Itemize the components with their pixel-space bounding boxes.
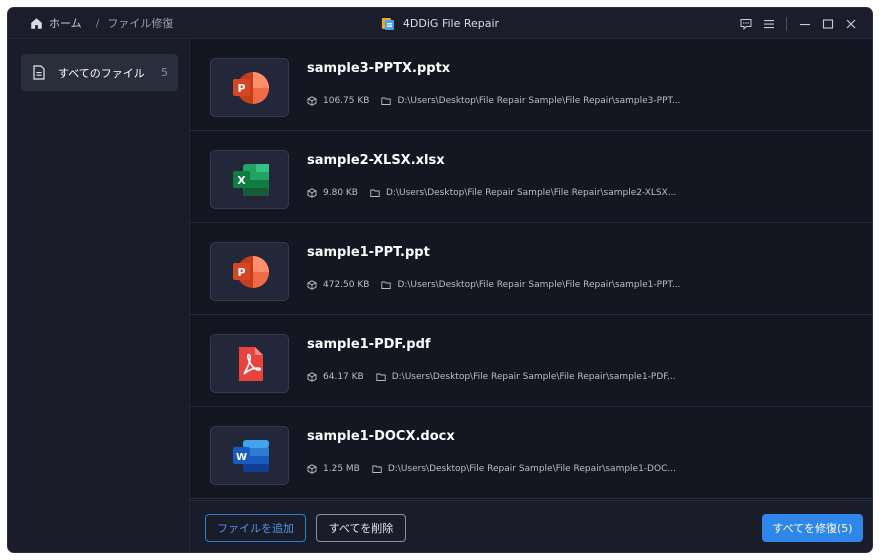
file-row[interactable]: P sample1-PPT.ppt 472.50 KB D:\Users\Des… [190, 223, 872, 315]
size-icon [307, 280, 317, 290]
file-name: sample1-DOCX.docx [307, 429, 455, 444]
file-thumbnail: P [210, 58, 289, 117]
file-name: sample2-XLSX.xlsx [307, 153, 445, 168]
folder-icon [376, 373, 386, 381]
file-path: D:\Users\Desktop\File Repair Sample\File… [387, 464, 676, 474]
breadcrumb-home[interactable]: ホーム [30, 15, 82, 31]
file-meta: 1.25 MB D:\Users\Desktop\File Repair Sam… [307, 464, 676, 474]
sidebar-item-all-files[interactable]: すべてのファイル 5 [21, 54, 178, 91]
size-icon [307, 464, 317, 474]
app-title-text: 4DDiG File Repair [402, 17, 500, 30]
sidebar-item-count: 5 [161, 66, 168, 79]
file-thumbnail [210, 334, 289, 393]
file-size: 9.80 KB [323, 188, 358, 198]
footer-bar: ファイルを追加 すべてを削除 すべてを修復(5) [190, 500, 872, 552]
file-row[interactable]: sample1-PDF.pdf 64.17 KB D:\Users\Deskto… [190, 315, 872, 407]
app-window: ホーム / ファイル修復 4DDiG File Repair すべてのファイル … [8, 8, 872, 552]
pdf-icon [238, 346, 263, 381]
file-path: D:\Users\Desktop\File Repair Sample\File… [391, 372, 676, 382]
file-row[interactable]: W sample1-DOCX.docx 1.25 MB D:\Users\Des… [190, 407, 872, 499]
breadcrumb-separator: / [95, 16, 100, 30]
excel-icon: X [232, 163, 269, 196]
file-icon [33, 65, 45, 80]
file-list: P sample3-PPTX.pptx 106.75 KB D:\Users\D… [190, 39, 872, 500]
word-icon: W [232, 439, 269, 472]
folder-icon [381, 97, 392, 105]
folder-icon [372, 465, 382, 473]
file-thumbnail: W [210, 426, 289, 485]
minimize-icon [799, 23, 810, 25]
powerpoint-icon: P [232, 255, 269, 288]
file-path: D:\Users\Desktop\File Repair Sample\File… [385, 188, 677, 198]
feedback-icon [740, 18, 751, 30]
repair-all-button[interactable]: すべてを修復(5) [762, 514, 863, 542]
title-bar: ホーム / ファイル修復 4DDiG File Repair [8, 8, 872, 39]
file-name: sample1-PPT.ppt [307, 245, 430, 260]
window-controls [734, 8, 862, 39]
breadcrumb: ホーム / ファイル修復 [8, 8, 173, 38]
size-icon [307, 372, 317, 382]
sidebar: すべてのファイル 5 [8, 39, 190, 552]
svg-text:W: W [235, 452, 246, 463]
file-name: sample3-PPTX.pptx [307, 61, 451, 76]
add-file-button[interactable]: ファイルを追加 [205, 514, 306, 542]
app-logo-icon [381, 17, 394, 30]
file-size: 472.50 KB [323, 280, 370, 290]
delete-all-button[interactable]: すべてを削除 [316, 514, 406, 542]
file-size: 106.75 KB [323, 96, 370, 106]
file-size: 1.25 MB [323, 464, 360, 474]
menu-icon [763, 19, 774, 28]
breadcrumb-home-label: ホーム [49, 17, 82, 30]
home-icon [31, 17, 42, 29]
file-thumbnail: X [210, 150, 289, 209]
maximize-icon [822, 18, 833, 29]
close-icon [846, 19, 855, 28]
file-row[interactable]: X sample2-XLSX.xlsx 9.80 KB D:\Users\Des… [190, 131, 872, 223]
breadcrumb-current: ファイル修復 [107, 17, 174, 30]
close-button[interactable] [839, 12, 862, 35]
file-meta: 472.50 KB D:\Users\Desktop\File Repair S… [307, 280, 681, 290]
file-meta: 9.80 KB D:\Users\Desktop\File Repair Sam… [307, 188, 676, 198]
feedback-button[interactable] [734, 12, 757, 35]
file-row[interactable]: P sample3-PPTX.pptx 106.75 KB D:\Users\D… [190, 39, 872, 131]
svg-text:P: P [237, 266, 245, 279]
file-size: 64.17 KB [323, 372, 364, 382]
menu-button[interactable] [757, 12, 780, 35]
minimize-button[interactable] [793, 12, 816, 35]
powerpoint-icon: P [232, 71, 269, 104]
file-meta: 106.75 KB D:\Users\Desktop\File Repair S… [307, 96, 681, 106]
size-icon [307, 188, 317, 198]
controls-divider [786, 16, 787, 31]
file-thumbnail: P [210, 242, 289, 301]
svg-text:P: P [237, 82, 245, 95]
file-meta: 64.17 KB D:\Users\Desktop\File Repair Sa… [307, 372, 676, 382]
file-name: sample1-PDF.pdf [307, 337, 431, 352]
svg-text:X: X [237, 174, 246, 187]
folder-icon [381, 281, 392, 289]
size-icon [307, 96, 317, 106]
sidebar-item-label: すべてのファイル [58, 66, 145, 80]
file-path: D:\Users\Desktop\File Repair Sample\File… [397, 280, 681, 290]
folder-icon [370, 189, 380, 197]
maximize-button[interactable] [816, 12, 839, 35]
file-path: D:\Users\Desktop\File Repair Sample\File… [397, 96, 681, 106]
app-title: 4DDiG File Repair [381, 8, 499, 39]
